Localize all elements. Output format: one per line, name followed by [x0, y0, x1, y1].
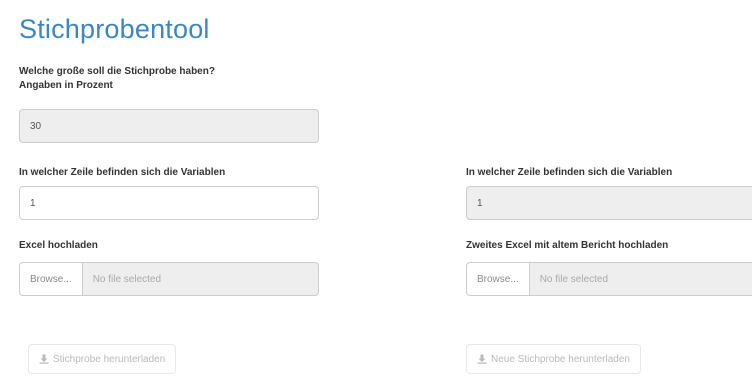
upload-right-group: Browse... No file selected [466, 262, 752, 296]
download-icon [39, 354, 49, 364]
sample-size-label-line1: Welche große soll die Stichprobe haben? [19, 66, 215, 77]
upload-right-label: Zweites Excel mit altem Bericht hochlade… [466, 240, 669, 251]
sample-size-input[interactable]: 30 [19, 109, 319, 143]
row-right-input[interactable]: 1 [466, 186, 752, 220]
download-sample-button[interactable]: Stichprobe herunterladen [28, 344, 177, 374]
row-right-label: In welcher Zeile befinden sich die Varia… [466, 167, 673, 178]
upload-left-label: Excel hochladen [19, 240, 98, 251]
file-left-display: No file selected [81, 262, 319, 296]
browse-left-button[interactable]: Browse... [19, 262, 82, 296]
sample-size-label: Welche große soll die Stichprobe haben? … [19, 65, 215, 93]
row-left-label: In welcher Zeile befinden sich die Varia… [19, 167, 226, 178]
download-sample-label: Stichprobe herunterladen [53, 353, 166, 365]
browse-right-button[interactable]: Browse... [466, 262, 529, 296]
download-new-sample-label: Neue Stichprobe herunterladen [491, 353, 630, 365]
sample-size-label-line2: Angaben in Prozent [19, 80, 113, 91]
upload-left-group: Browse... No file selected [19, 262, 319, 296]
download-icon [477, 354, 487, 364]
page-title: Stichprobentool [19, 14, 210, 44]
row-left-input[interactable]: 1 [19, 186, 319, 220]
file-right-display: No file selected [528, 262, 752, 296]
download-new-sample-button[interactable]: Neue Stichprobe herunterladen [466, 344, 641, 374]
